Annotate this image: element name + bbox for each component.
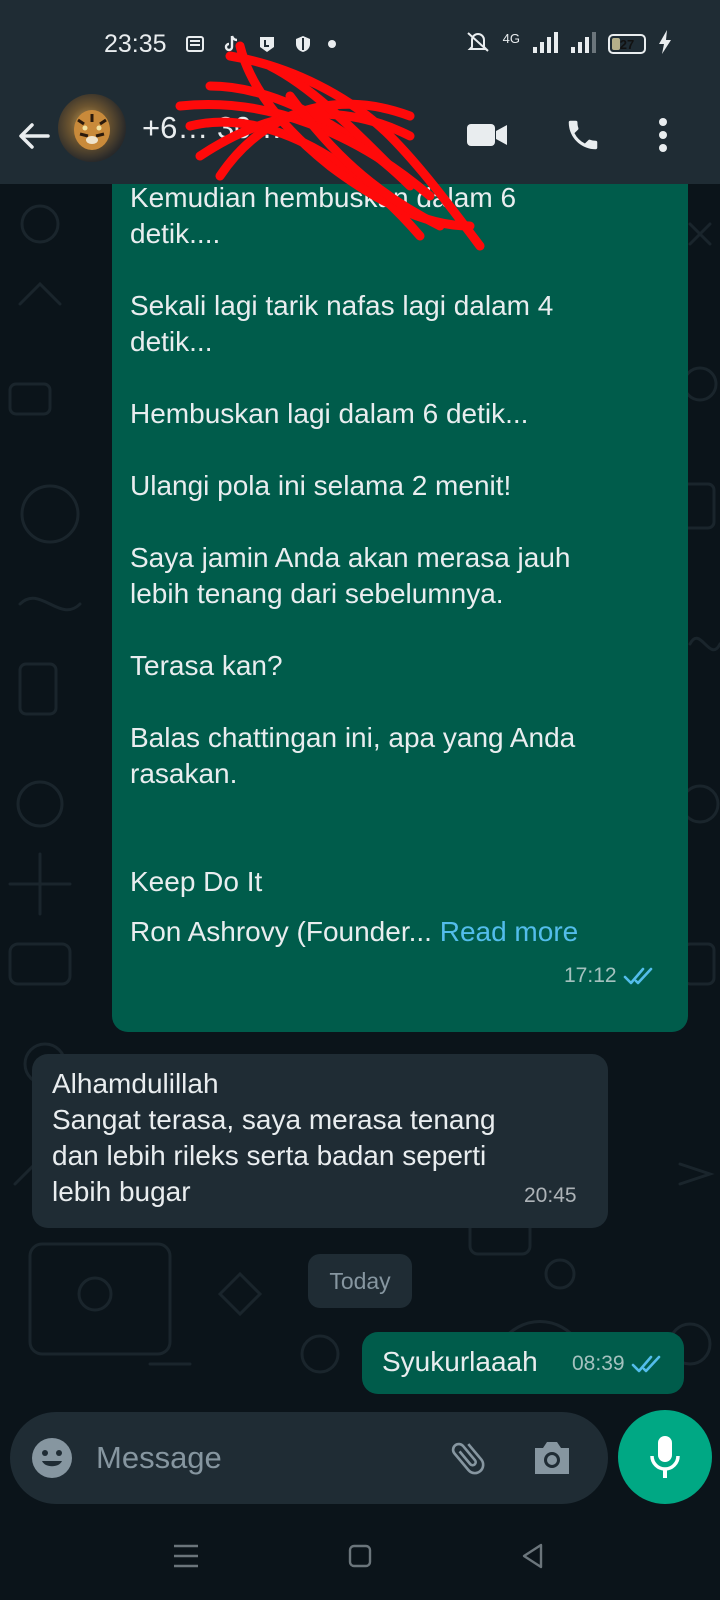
contact-name[interactable]: +6… 30… xyxy=(142,110,442,146)
message-line xyxy=(130,612,670,648)
message-time: 08:39 xyxy=(572,1352,625,1375)
tiger-avatar-icon xyxy=(74,110,110,150)
chat-screen: 23:35 4G 27 +6… 30… Kemudian hembuskan d… xyxy=(0,0,720,1600)
emoji-icon xyxy=(32,1438,72,1478)
message-last-line: Ron Ashrovy (Founder... Read more xyxy=(130,914,670,950)
tiktok-icon xyxy=(220,33,242,55)
message-text: Alhamdulillah Sangat terasa, saya merasa … xyxy=(52,1066,572,1210)
message-bubble-outgoing[interactable]: Kemudian hembuskan dalam 6 detik.... Sekal… xyxy=(112,184,688,1032)
message-line: Sekali lagi tarik nafas lagi dalam 4 xyxy=(130,290,554,321)
message-line: Kemudian hembuskan dalam 6 xyxy=(130,184,517,213)
camera-icon xyxy=(535,1442,569,1474)
message-line xyxy=(130,360,670,396)
message-meta: 20:45 xyxy=(524,1184,577,1208)
message-input[interactable] xyxy=(96,1434,436,1482)
message-time: 17:12 xyxy=(564,964,617,987)
message-line: dan lebih rileks serta badan seperti xyxy=(52,1140,487,1171)
message-meta: 17:12 xyxy=(564,964,657,988)
home-button[interactable] xyxy=(342,1538,378,1574)
message-line: Alhamdulillah xyxy=(52,1068,219,1099)
message-line xyxy=(130,504,670,540)
system-icons: 4G 27 xyxy=(465,29,672,59)
message-line: Sangat terasa, saya merasa tenang xyxy=(52,1104,496,1135)
message-line xyxy=(130,828,670,864)
attach-icon xyxy=(451,1442,485,1475)
message-line xyxy=(130,792,670,828)
battery-icon: 27 xyxy=(608,34,646,54)
message-text: Kemudian hembuskan dalam 6 detik.... Sekal… xyxy=(130,184,670,900)
status-time: 23:35 xyxy=(104,30,167,58)
back-button[interactable] xyxy=(14,116,54,156)
l-app-icon xyxy=(256,33,278,55)
chat-header: +6… 30… xyxy=(0,88,720,184)
more-options-button[interactable] xyxy=(640,112,686,158)
message-line: Saya jamin Anda akan merasa jauh xyxy=(130,542,571,573)
composer-bar xyxy=(10,1412,608,1504)
system-nav-bar xyxy=(0,1510,720,1600)
message-line xyxy=(130,252,670,288)
date-separator: Today xyxy=(308,1254,412,1308)
double-check-read-icon xyxy=(623,967,652,985)
emoji-button[interactable] xyxy=(28,1434,76,1482)
back-triangle-icon xyxy=(522,1543,543,1569)
video-call-icon xyxy=(467,124,507,146)
message-bubble-outgoing[interactable]: Syukurlaaah 08:39 xyxy=(362,1332,684,1394)
message-line xyxy=(130,684,670,720)
attach-button[interactable] xyxy=(444,1434,492,1482)
shield-icon xyxy=(292,33,314,55)
mic-icon xyxy=(650,1436,680,1478)
mute-icon xyxy=(465,30,491,59)
home-square-icon xyxy=(348,1544,372,1568)
message-line: Ulangi pola ini selama 2 menit! xyxy=(130,470,512,501)
message-time: 20:45 xyxy=(524,1184,577,1207)
back-arrow-icon xyxy=(19,123,50,149)
more-notifications-dot xyxy=(328,40,336,48)
message-line xyxy=(130,432,670,468)
read-more-link[interactable]: Read more xyxy=(440,916,579,947)
message-list[interactable]: Kemudian hembuskan dalam 6 detik.... Sekal… xyxy=(0,184,720,1400)
menu-icon xyxy=(174,1544,198,1568)
battery-level: 27 xyxy=(619,36,635,52)
status-bar: 23:35 4G 27 xyxy=(0,0,720,88)
double-check-read-icon xyxy=(631,1355,660,1373)
message-line: detik.... xyxy=(130,218,221,249)
voice-call-button[interactable] xyxy=(560,112,606,158)
back-nav-button[interactable] xyxy=(514,1538,550,1574)
video-call-button[interactable] xyxy=(464,112,510,158)
news-icon xyxy=(184,33,206,55)
contact-avatar[interactable] xyxy=(58,94,126,162)
more-vert-icon xyxy=(659,118,667,152)
charging-icon xyxy=(658,29,672,59)
signal-2-icon xyxy=(570,31,596,58)
message-line: lebih bugar xyxy=(52,1176,191,1207)
notification-icons xyxy=(184,30,336,58)
message-line: detik... xyxy=(130,326,213,357)
message-truncated-text: Ron Ashrovy (Founder... xyxy=(130,916,432,947)
voice-message-button[interactable] xyxy=(618,1410,712,1504)
message-line: rasakan. xyxy=(130,758,238,789)
message-line: Balas chattingan ini, apa yang Anda xyxy=(130,722,576,753)
message-meta: 08:39 xyxy=(572,1352,665,1376)
phone-icon xyxy=(568,120,598,150)
message-text: Syukurlaaah xyxy=(382,1346,538,1377)
network-type-label: 4G xyxy=(502,30,520,46)
camera-button[interactable] xyxy=(528,1434,576,1482)
message-line: Keep Do It xyxy=(130,866,263,897)
message-bubble-incoming[interactable]: Alhamdulillah Sangat terasa, saya merasa … xyxy=(32,1054,608,1228)
message-line: Hembuskan lagi dalam 6 detik... xyxy=(130,398,529,429)
message-line: lebih tenang dari sebelumnya. xyxy=(130,578,504,609)
signal-icon xyxy=(532,31,558,58)
message-line: Terasa kan? xyxy=(130,650,283,681)
recent-apps-button[interactable] xyxy=(168,1538,204,1574)
